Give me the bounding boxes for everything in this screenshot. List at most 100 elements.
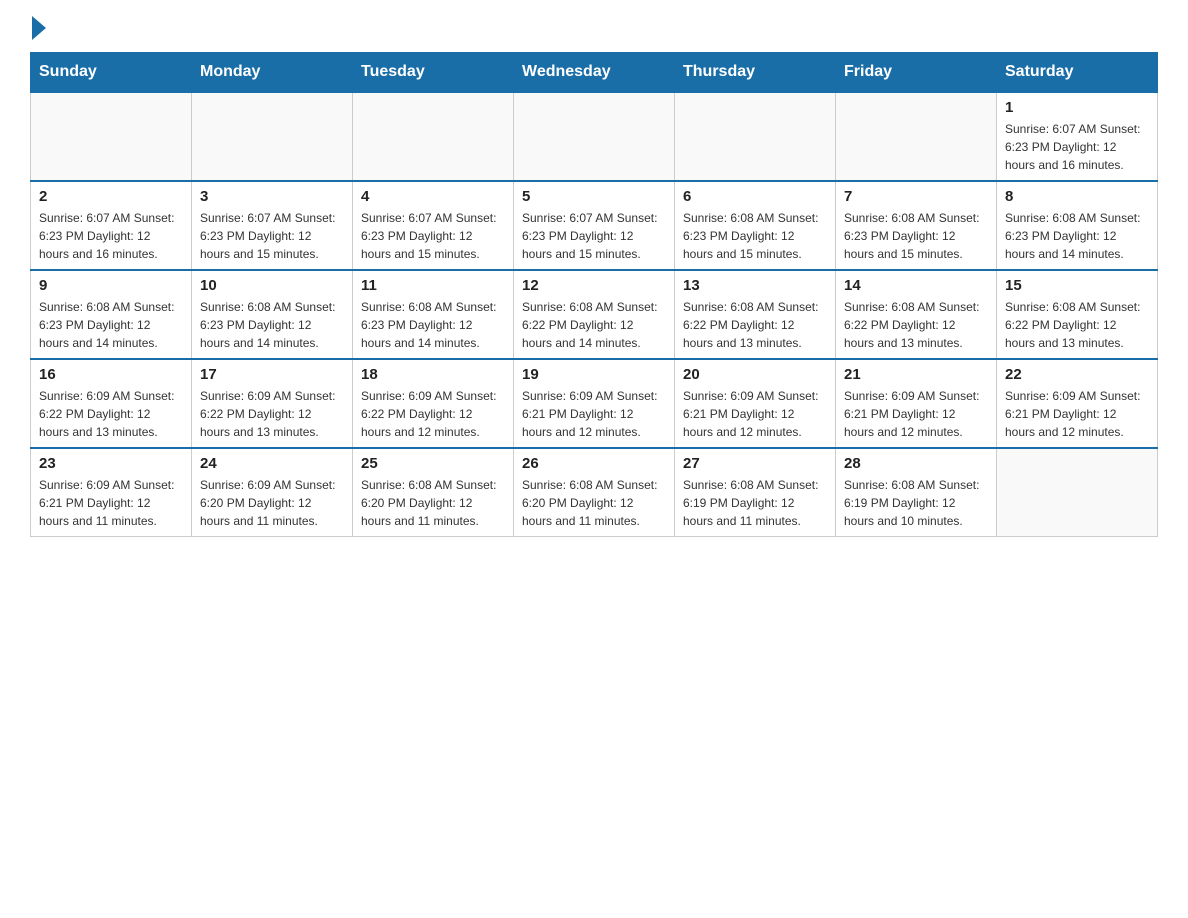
calendar-week-row: 2 Sunrise: 6:07 AM Sunset: 6:23 PM Daylig… <box>31 181 1158 270</box>
calendar-week-row: 23 Sunrise: 6:09 AM Sunset: 6:21 PM Dayli… <box>31 448 1158 537</box>
day-info: Sunrise: 6:08 AM Sunset: 6:22 PM Dayligh… <box>844 298 988 352</box>
day-number: 9 <box>39 277 183 294</box>
calendar-cell <box>31 92 192 181</box>
day-info: Sunrise: 6:08 AM Sunset: 6:20 PM Dayligh… <box>522 476 666 530</box>
calendar-cell: 26 Sunrise: 6:08 AM Sunset: 6:20 PM Dayli… <box>514 448 675 537</box>
calendar-cell: 18 Sunrise: 6:09 AM Sunset: 6:22 PM Dayli… <box>353 359 514 448</box>
day-info: Sunrise: 6:08 AM Sunset: 6:23 PM Dayligh… <box>683 209 827 263</box>
calendar-cell: 25 Sunrise: 6:08 AM Sunset: 6:20 PM Dayli… <box>353 448 514 537</box>
logo-arrow-icon <box>32 16 46 40</box>
day-info: Sunrise: 6:09 AM Sunset: 6:21 PM Dayligh… <box>39 476 183 530</box>
calendar-cell: 17 Sunrise: 6:09 AM Sunset: 6:22 PM Dayli… <box>192 359 353 448</box>
calendar-header-row: SundayMondayTuesdayWednesdayThursdayFrid… <box>31 53 1158 93</box>
day-of-week-header: Saturday <box>997 53 1158 93</box>
calendar-cell: 7 Sunrise: 6:08 AM Sunset: 6:23 PM Daylig… <box>836 181 997 270</box>
day-number: 12 <box>522 277 666 294</box>
calendar-cell <box>997 448 1158 537</box>
day-number: 15 <box>1005 277 1149 294</box>
day-number: 26 <box>522 455 666 472</box>
day-info: Sunrise: 6:08 AM Sunset: 6:19 PM Dayligh… <box>683 476 827 530</box>
day-info: Sunrise: 6:08 AM Sunset: 6:23 PM Dayligh… <box>844 209 988 263</box>
day-info: Sunrise: 6:07 AM Sunset: 6:23 PM Dayligh… <box>1005 120 1149 174</box>
calendar-cell: 20 Sunrise: 6:09 AM Sunset: 6:21 PM Dayli… <box>675 359 836 448</box>
day-info: Sunrise: 6:08 AM Sunset: 6:23 PM Dayligh… <box>1005 209 1149 263</box>
calendar-cell <box>675 92 836 181</box>
page-header <box>30 20 1158 36</box>
day-number: 25 <box>361 455 505 472</box>
calendar-cell: 22Sunrise: 6:09 AM Sunset: 6:21 PM Dayli… <box>997 359 1158 448</box>
day-number: 23 <box>39 455 183 472</box>
logo <box>30 20 46 36</box>
day-info: Sunrise: 6:08 AM Sunset: 6:22 PM Dayligh… <box>522 298 666 352</box>
calendar-cell: 5 Sunrise: 6:07 AM Sunset: 6:23 PM Daylig… <box>514 181 675 270</box>
day-number: 5 <box>522 188 666 205</box>
day-info: Sunrise: 6:08 AM Sunset: 6:22 PM Dayligh… <box>1005 298 1149 352</box>
calendar-cell: 8 Sunrise: 6:08 AM Sunset: 6:23 PM Daylig… <box>997 181 1158 270</box>
day-of-week-header: Thursday <box>675 53 836 93</box>
calendar-cell: 2Sunrise: 6:07 AM Sunset: 6:23 PM Daylig… <box>31 181 192 270</box>
day-number: 3 <box>200 188 344 205</box>
day-info: Sunrise: 6:09 AM Sunset: 6:22 PM Dayligh… <box>200 387 344 441</box>
calendar-cell: 24 Sunrise: 6:09 AM Sunset: 6:20 PM Dayli… <box>192 448 353 537</box>
calendar-cell: 28Sunrise: 6:08 AM Sunset: 6:19 PM Dayli… <box>836 448 997 537</box>
calendar-cell: 4 Sunrise: 6:07 AM Sunset: 6:23 PM Daylig… <box>353 181 514 270</box>
day-info: Sunrise: 6:09 AM Sunset: 6:21 PM Dayligh… <box>522 387 666 441</box>
day-number: 28 <box>844 455 988 472</box>
day-info: Sunrise: 6:07 AM Sunset: 6:23 PM Dayligh… <box>200 209 344 263</box>
calendar-cell: 6 Sunrise: 6:08 AM Sunset: 6:23 PM Daylig… <box>675 181 836 270</box>
day-number: 2 <box>39 188 183 205</box>
calendar-cell: 14Sunrise: 6:08 AM Sunset: 6:22 PM Dayli… <box>836 270 997 359</box>
day-of-week-header: Tuesday <box>353 53 514 93</box>
calendar-week-row: 9 Sunrise: 6:08 AM Sunset: 6:23 PM Daylig… <box>31 270 1158 359</box>
day-info: Sunrise: 6:09 AM Sunset: 6:20 PM Dayligh… <box>200 476 344 530</box>
day-info: Sunrise: 6:08 AM Sunset: 6:23 PM Dayligh… <box>200 298 344 352</box>
day-number: 21 <box>844 366 988 383</box>
day-number: 17 <box>200 366 344 383</box>
day-number: 16 <box>39 366 183 383</box>
day-info: Sunrise: 6:08 AM Sunset: 6:23 PM Dayligh… <box>39 298 183 352</box>
day-number: 8 <box>1005 188 1149 205</box>
calendar-cell <box>353 92 514 181</box>
day-number: 13 <box>683 277 827 294</box>
day-info: Sunrise: 6:09 AM Sunset: 6:21 PM Dayligh… <box>844 387 988 441</box>
day-info: Sunrise: 6:08 AM Sunset: 6:23 PM Dayligh… <box>361 298 505 352</box>
day-number: 18 <box>361 366 505 383</box>
calendar-week-row: 1 Sunrise: 6:07 AM Sunset: 6:23 PM Daylig… <box>31 92 1158 181</box>
day-info: Sunrise: 6:09 AM Sunset: 6:21 PM Dayligh… <box>683 387 827 441</box>
day-number: 7 <box>844 188 988 205</box>
day-of-week-header: Friday <box>836 53 997 93</box>
calendar-cell: 15 Sunrise: 6:08 AM Sunset: 6:22 PM Dayli… <box>997 270 1158 359</box>
calendar-week-row: 16 Sunrise: 6:09 AM Sunset: 6:22 PM Dayli… <box>31 359 1158 448</box>
day-info: Sunrise: 6:09 AM Sunset: 6:21 PM Dayligh… <box>1005 387 1149 441</box>
calendar-table: SundayMondayTuesdayWednesdayThursdayFrid… <box>30 52 1158 537</box>
calendar-cell <box>836 92 997 181</box>
day-number: 10 <box>200 277 344 294</box>
calendar-cell: 9 Sunrise: 6:08 AM Sunset: 6:23 PM Daylig… <box>31 270 192 359</box>
calendar-cell: 19Sunrise: 6:09 AM Sunset: 6:21 PM Dayli… <box>514 359 675 448</box>
calendar-cell: 12 Sunrise: 6:08 AM Sunset: 6:22 PM Dayli… <box>514 270 675 359</box>
calendar-cell: 23 Sunrise: 6:09 AM Sunset: 6:21 PM Dayli… <box>31 448 192 537</box>
day-of-week-header: Monday <box>192 53 353 93</box>
logo-top <box>30 20 46 40</box>
day-info: Sunrise: 6:08 AM Sunset: 6:22 PM Dayligh… <box>683 298 827 352</box>
day-number: 6 <box>683 188 827 205</box>
calendar-cell <box>192 92 353 181</box>
calendar-cell: 27 Sunrise: 6:08 AM Sunset: 6:19 PM Dayli… <box>675 448 836 537</box>
calendar-cell: 16 Sunrise: 6:09 AM Sunset: 6:22 PM Dayli… <box>31 359 192 448</box>
calendar-cell: 13 Sunrise: 6:08 AM Sunset: 6:22 PM Dayli… <box>675 270 836 359</box>
calendar-cell: 1 Sunrise: 6:07 AM Sunset: 6:23 PM Daylig… <box>997 92 1158 181</box>
day-of-week-header: Sunday <box>31 53 192 93</box>
calendar-cell <box>514 92 675 181</box>
day-info: Sunrise: 6:09 AM Sunset: 6:22 PM Dayligh… <box>361 387 505 441</box>
day-number: 4 <box>361 188 505 205</box>
day-info: Sunrise: 6:08 AM Sunset: 6:20 PM Dayligh… <box>361 476 505 530</box>
day-number: 20 <box>683 366 827 383</box>
day-info: Sunrise: 6:07 AM Sunset: 6:23 PM Dayligh… <box>361 209 505 263</box>
calendar-cell: 10 Sunrise: 6:08 AM Sunset: 6:23 PM Dayli… <box>192 270 353 359</box>
day-number: 11 <box>361 277 505 294</box>
day-number: 1 <box>1005 99 1149 116</box>
day-info: Sunrise: 6:09 AM Sunset: 6:22 PM Dayligh… <box>39 387 183 441</box>
day-number: 24 <box>200 455 344 472</box>
day-info: Sunrise: 6:07 AM Sunset: 6:23 PM Dayligh… <box>522 209 666 263</box>
day-number: 27 <box>683 455 827 472</box>
